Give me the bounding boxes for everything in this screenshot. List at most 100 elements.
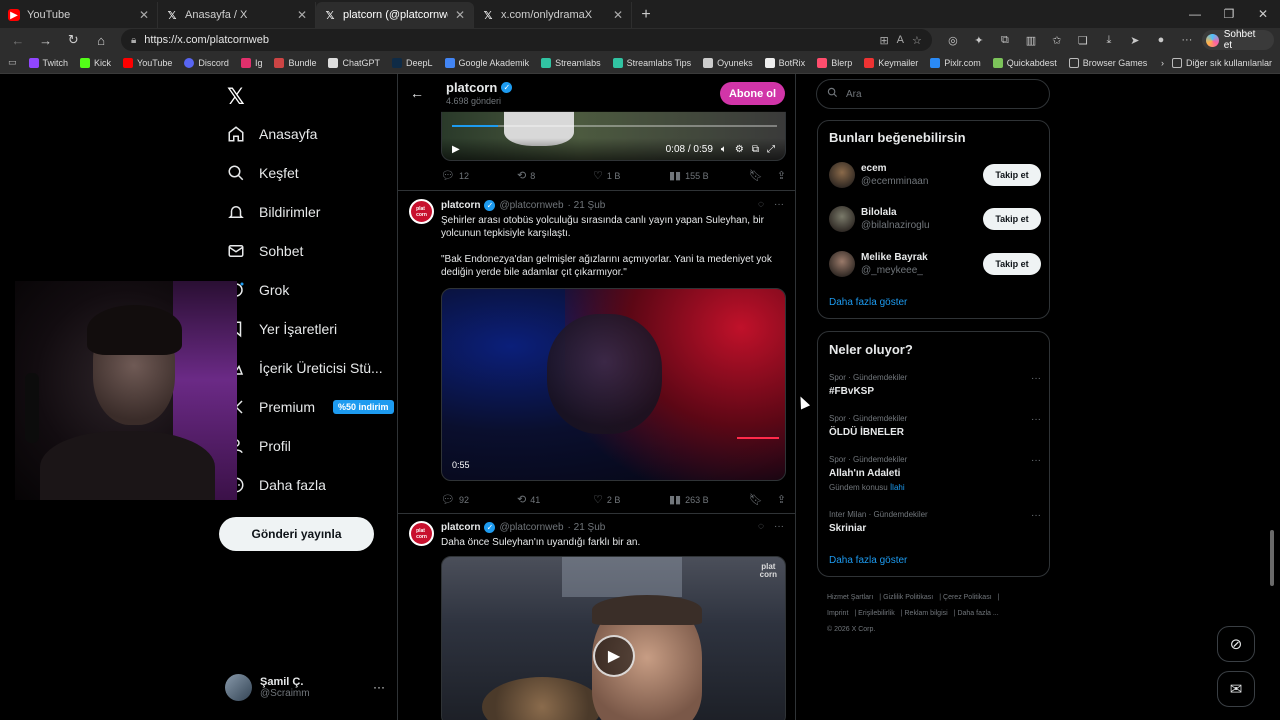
avatar[interactable]: plat corn <box>409 521 434 546</box>
nav-notifications[interactable]: Bildirimler <box>227 200 320 224</box>
grok-fab-button[interactable]: ⊘ <box>1217 626 1255 662</box>
more-dots-icon[interactable]: ··· <box>1031 455 1041 466</box>
more-dots-icon[interactable]: ··· <box>1031 373 1041 384</box>
views-button[interactable]: ▮▮ 263 B <box>669 493 749 506</box>
video-progress-bar[interactable] <box>452 125 777 127</box>
follow-button[interactable]: Takip et <box>983 208 1041 230</box>
favorites-icon[interactable]: ✩ <box>1046 34 1068 47</box>
bookmark-ig[interactable]: Ig <box>240 57 262 68</box>
reply-button[interactable]: 💬︎ 12 <box>441 169 517 182</box>
bookmark-browser-games[interactable]: Browser Games <box>1068 57 1147 68</box>
back-arrow-icon[interactable]: ← <box>410 85 432 101</box>
reply-button[interactable]: 💬︎ 92 <box>441 493 517 506</box>
profile-icon[interactable]: ● <box>1150 34 1172 46</box>
bookmark-streamlabs-tips[interactable]: Streamlabs Tips <box>612 57 691 68</box>
post-button[interactable]: Gönderi yayınla <box>219 517 374 551</box>
post-date[interactable]: · 21 Şub <box>568 200 606 211</box>
more-dots-icon[interactable]: ··· <box>774 199 784 210</box>
bookmark-blerp[interactable]: Blerp <box>817 57 852 68</box>
bookmark-oyuneks[interactable]: Oyuneks <box>703 57 753 68</box>
split-screen-icon[interactable]: ▥ <box>1020 34 1042 47</box>
puzzle-icon[interactable]: ⧉ <box>994 34 1016 47</box>
tab-youtube[interactable]: ▶ YouTube ✕ <box>0 2 158 28</box>
video-thumbnail[interactable]: 0:55 <box>441 288 786 481</box>
footer-link[interactable]: Gizlilik Politikası <box>883 594 933 601</box>
close-icon[interactable]: ✕ <box>455 8 465 22</box>
follow-suggestion[interactable]: ecem @ecemminaan Takip et <box>829 160 1041 190</box>
bookmark-kick[interactable]: Kick <box>80 57 111 68</box>
minimize-icon[interactable]: — <box>1178 7 1212 21</box>
read-aloud-icon[interactable]: A <box>897 34 904 47</box>
show-more-link[interactable]: Daha fazla göster <box>829 297 907 308</box>
collections-icon[interactable]: ❏ <box>1072 34 1094 47</box>
trend-meta-link[interactable]: İlahi <box>890 483 905 492</box>
bookmark-icon[interactable]: 🔖︎ <box>749 169 763 182</box>
pip-icon[interactable]: ⧉ <box>752 144 759 155</box>
back-icon[interactable]: ← <box>6 29 30 51</box>
home-icon[interactable]: ⌂ <box>89 29 113 51</box>
post-author[interactable]: platcorn <box>441 200 480 211</box>
extension-icon[interactable]: ✦ <box>968 34 990 47</box>
x-logo-icon[interactable]: 𝕏 <box>227 84 245 110</box>
follow-suggestion[interactable]: Melike Bayrak @_meykeee_ Takip et <box>829 249 1041 279</box>
favorite-star-icon[interactable]: ☆ <box>912 34 922 47</box>
video-thumbnail[interactable]: ▶ plat corn <box>441 556 786 720</box>
footer-link[interactable]: Reklam bilgisi <box>905 610 948 617</box>
account-switcher[interactable]: Şamil Ç. @Scraimm ··· <box>225 671 385 703</box>
url-field[interactable]: 🔒︎ https://x.com/platcornweb ⊞ A ☆ <box>120 29 932 51</box>
more-dots-icon[interactable]: ··· <box>1031 510 1041 521</box>
grok-icon[interactable]: ◌ <box>758 521 764 532</box>
messages-fab-button[interactable]: ✉ <box>1217 671 1255 707</box>
grok-icon[interactable]: ◌ <box>758 199 764 210</box>
nav-more[interactable]: Daha fazla <box>227 473 326 497</box>
like-button[interactable]: ♡ 2 B <box>593 493 669 506</box>
volume-icon[interactable]: 🔈︎ <box>721 144 727 155</box>
avatar[interactable]: plat corn <box>409 199 434 224</box>
bookmark-chatgpt[interactable]: ChatGPT <box>328 57 380 68</box>
bookmark-discord[interactable]: Discord <box>184 57 229 68</box>
tab-platcorn[interactable]: 𝕏 platcorn (@platcornweb) / X ✕ <box>316 2 474 28</box>
refresh-icon[interactable]: ↻ <box>61 29 85 51</box>
maximize-icon[interactable]: ❐ <box>1212 7 1246 21</box>
bookmark-keymailer[interactable]: Keymailer <box>864 57 918 68</box>
more-dots-icon[interactable]: ··· <box>1031 414 1041 425</box>
footer-link[interactable]: Erişilebilirlik <box>858 610 895 617</box>
follow-button[interactable]: Takip et <box>983 253 1041 275</box>
footer-link[interactable]: Hizmet Şartları <box>827 594 873 601</box>
other-bookmarks[interactable]: Diğer sık kullanılanlar <box>1171 57 1272 68</box>
footer-link[interactable]: Daha fazla ... <box>957 610 998 617</box>
nav-premium[interactable]: Premium %50 indirim <box>227 395 394 419</box>
fullscreen-icon[interactable]: ⤢ <box>767 144 775 155</box>
nav-home[interactable]: Anasayfa <box>227 122 317 146</box>
nav-bookmarks[interactable]: Yer İşaretleri <box>227 317 337 341</box>
share-icon[interactable]: ➤ <box>1124 34 1146 47</box>
page-scrollbar[interactable] <box>1270 80 1274 720</box>
footer-link[interactable]: Çerez Politikası <box>943 594 992 601</box>
app-available-icon[interactable]: ⊞ <box>879 34 888 47</box>
share-icon[interactable]: ⇪ <box>777 169 786 182</box>
bookmark-botrix[interactable]: BotRix <box>764 57 805 68</box>
more-icon[interactable]: ··· <box>1176 34 1198 46</box>
footer-link[interactable]: Imprint <box>827 610 848 617</box>
bookmark-youtube[interactable]: YouTube <box>123 57 172 68</box>
trend-item[interactable]: Spor · Gündemdekiler Allah'ın Adaleti Gü… <box>829 455 1041 492</box>
close-icon[interactable]: ✕ <box>139 8 149 22</box>
nav-messages[interactable]: Sohbet <box>227 239 303 263</box>
nav-creator-studio[interactable]: İçerik Üreticisi Stü... <box>227 356 383 380</box>
trend-item[interactable]: Inter Milan · Gündemdekiler Skriniar ··· <box>829 510 1041 534</box>
close-icon[interactable]: ✕ <box>297 8 307 22</box>
trend-item[interactable]: Spor · Gündemdekiler ÖLDÜ İBNELER ··· <box>829 414 1041 438</box>
forward-icon[interactable]: → <box>34 29 58 51</box>
share-icon[interactable]: ⇪ <box>777 493 786 506</box>
like-button[interactable]: ♡ 1 B <box>593 169 669 182</box>
settings-icon[interactable]: ⚙ <box>735 144 744 155</box>
show-more-link[interactable]: Daha fazla göster <box>829 555 907 566</box>
tab-anasayfa[interactable]: 𝕏 Anasayfa / X ✕ <box>158 2 316 28</box>
follow-button[interactable]: Takip et <box>983 164 1041 186</box>
search-input[interactable]: Ara <box>816 79 1050 109</box>
play-icon[interactable]: ▶ <box>593 635 635 677</box>
play-icon[interactable]: ▶ <box>452 144 460 155</box>
scrollbar-thumb[interactable] <box>1270 530 1274 586</box>
close-icon[interactable]: ✕ <box>613 8 623 22</box>
new-tab-button[interactable]: + <box>632 2 660 28</box>
